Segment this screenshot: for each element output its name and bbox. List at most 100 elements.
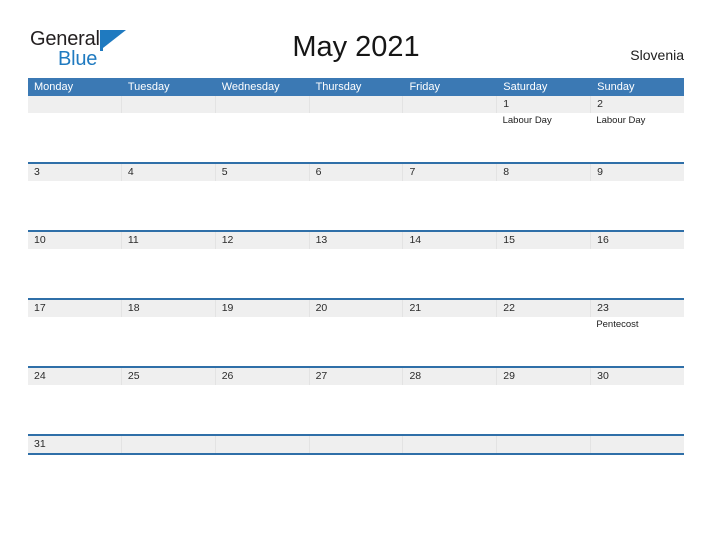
calendar-weeks: 1 2 Labour Day Labour Day 3 4 5 6 7 8 9 10 11 12 13 14 1… [28, 96, 684, 455]
day-number-empty [497, 436, 592, 453]
day-number-empty [310, 436, 404, 453]
day-events-cell [28, 113, 122, 162]
calendar-week-row: 10 11 12 13 14 15 16 [28, 230, 684, 298]
day-events-cell [122, 317, 216, 366]
day-number-5[interactable]: 5 [216, 164, 310, 181]
week-event-band [28, 181, 684, 230]
day-events-cell [122, 249, 216, 298]
week-date-band: 3456789 [28, 164, 684, 181]
weekday-header-friday: Friday [403, 78, 498, 96]
day-number-empty [216, 96, 310, 113]
day-number-31[interactable]: 31 [28, 436, 122, 453]
day-number-29[interactable]: 29 [497, 368, 592, 385]
day-number-2[interactable]: 2 [591, 96, 684, 113]
day-events-cell: Labour Day [497, 113, 591, 162]
day-events-cell: Labour Day [590, 113, 684, 162]
week-date-band: 12 [28, 96, 684, 113]
day-events-cell [28, 181, 122, 230]
day-number-empty [403, 96, 498, 113]
day-events-cell [309, 249, 403, 298]
day-number-30[interactable]: 30 [591, 368, 684, 385]
day-events-cell [122, 181, 216, 230]
day-events-cell [309, 181, 403, 230]
calendar-week-row: 31 [28, 434, 684, 455]
day-events-cell [403, 113, 497, 162]
holiday-event: Labour Day [596, 115, 646, 126]
day-number-empty [28, 96, 122, 113]
day-number-8[interactable]: 8 [497, 164, 592, 181]
day-events-cell [497, 181, 591, 230]
week-event-band [28, 385, 684, 434]
day-events-cell [215, 113, 309, 162]
day-number-6[interactable]: 6 [310, 164, 404, 181]
day-number-21[interactable]: 21 [403, 300, 498, 317]
day-number-7[interactable]: 7 [403, 164, 498, 181]
day-number-27[interactable]: 27 [310, 368, 404, 385]
week-date-band: 10 11 12 13 14 15 16 [28, 232, 684, 249]
week-event-band [28, 249, 684, 298]
day-number-15[interactable]: 15 [497, 232, 592, 249]
day-number-19[interactable]: 19 [216, 300, 310, 317]
day-number-14[interactable]: 14 [403, 232, 498, 249]
day-number-empty [591, 436, 684, 453]
weekday-header-wednesday: Wednesday [216, 78, 310, 96]
calendar-grid: Monday Tuesday Wednesday Thursday Friday Satu… [28, 78, 684, 455]
day-events-cell [215, 317, 309, 366]
weekday-header-monday: Monday [28, 78, 122, 96]
weekday-header-tuesday: Tuesday [122, 78, 216, 96]
weekday-header-thursday: Thursday [310, 78, 404, 96]
week-date-band: 24 25 26 27 28 29 30 [28, 368, 684, 385]
week-event-band: Labour Day Labour Day [28, 113, 684, 162]
day-events-cell [403, 249, 497, 298]
day-number-9[interactable]: 9 [591, 164, 684, 181]
day-events-cell [122, 113, 216, 162]
day-number-12[interactable]: 12 [216, 232, 310, 249]
day-number-22[interactable]: 22 [497, 300, 592, 317]
day-number-3[interactable]: 3 [28, 164, 122, 181]
day-events-cell [215, 249, 309, 298]
day-events-cell [403, 317, 497, 366]
day-number-28[interactable]: 28 [403, 368, 498, 385]
day-number-13[interactable]: 13 [310, 232, 404, 249]
day-number-23[interactable]: 23 [591, 300, 684, 317]
day-events-cell [122, 385, 216, 434]
calendar-week-row: 3456789 [28, 162, 684, 230]
day-number-10[interactable]: 10 [28, 232, 122, 249]
holiday-event: Labour Day [502, 115, 552, 126]
day-events-cell [28, 317, 122, 366]
day-number-20[interactable]: 20 [310, 300, 404, 317]
calendar-week-row: 1 2 Labour Day Labour Day [28, 96, 684, 162]
day-number-empty [403, 436, 498, 453]
day-events-cell [497, 385, 591, 434]
weekday-header-row: Monday Tuesday Wednesday Thursday Friday Satu… [28, 78, 684, 96]
day-events-cell [309, 317, 403, 366]
day-number-empty [122, 436, 216, 453]
day-events-cell [497, 317, 591, 366]
country-label: Slovenia [630, 47, 684, 63]
day-events-cell [215, 181, 309, 230]
day-events-cell [403, 181, 497, 230]
day-number-16[interactable]: 16 [591, 232, 684, 249]
calendar-week-row: 17 18 19 20 21 22 23 Pentecost [28, 298, 684, 366]
day-number-empty [122, 96, 216, 113]
day-number-26[interactable]: 26 [216, 368, 310, 385]
calendar-page: General Blue May 2021 Slovenia Monday Tue… [0, 0, 712, 550]
weekday-header-saturday: Saturday [497, 78, 592, 96]
day-number-17[interactable]: 17 [28, 300, 122, 317]
day-number-11[interactable]: 11 [122, 232, 216, 249]
day-events-cell [590, 181, 684, 230]
calendar-week-row: 24 25 26 27 28 29 30 [28, 366, 684, 434]
page-title: May 2021 [292, 31, 420, 63]
holiday-event: Pentecost [596, 319, 639, 330]
day-number-empty [216, 436, 310, 453]
day-number-1[interactable]: 1 [497, 96, 592, 113]
day-events-cell [590, 249, 684, 298]
day-events-cell [215, 385, 309, 434]
day-number-24[interactable]: 24 [28, 368, 122, 385]
day-events-cell [497, 249, 591, 298]
day-number-25[interactable]: 25 [122, 368, 216, 385]
day-number-4[interactable]: 4 [122, 164, 216, 181]
week-date-band: 31 [28, 436, 684, 453]
day-number-18[interactable]: 18 [122, 300, 216, 317]
page-header: General Blue May 2021 Slovenia [0, 0, 712, 78]
